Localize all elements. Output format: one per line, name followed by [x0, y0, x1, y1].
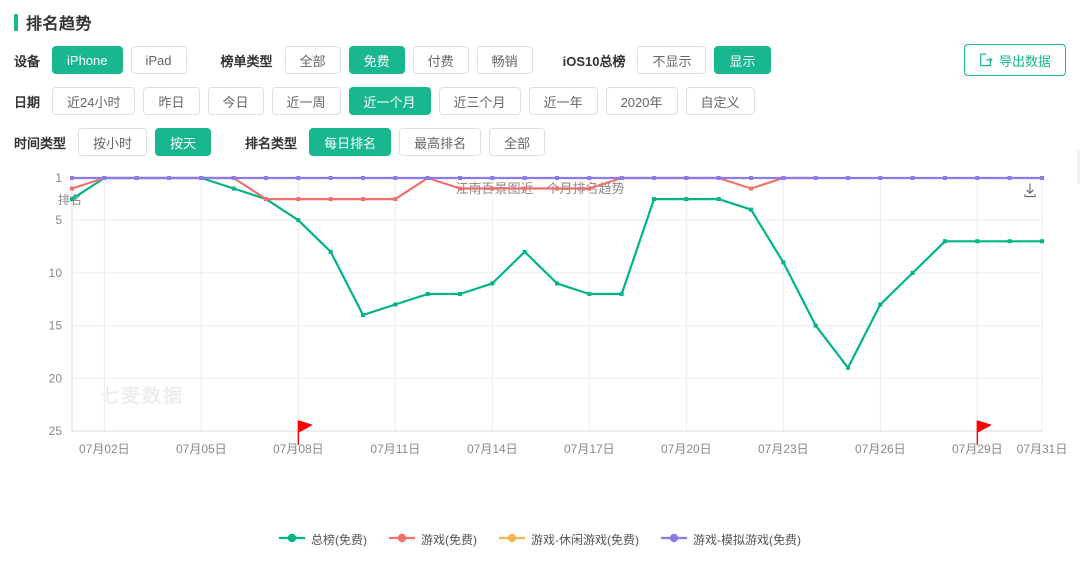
legend-marker-icon: [279, 532, 305, 547]
legend-item-0[interactable]: 总榜(免费): [279, 531, 367, 548]
chip-date-last-month[interactable]: 近一个月: [349, 87, 431, 115]
filter-label-rank-type: 排名类型: [245, 133, 297, 152]
chip-date-last-week[interactable]: 近一周: [272, 87, 341, 115]
svg-text:07月05日: 07月05日: [176, 442, 227, 456]
filter-label-ios10: iOS10总榜: [563, 51, 626, 70]
svg-text:20: 20: [49, 371, 63, 385]
chip-time-daily[interactable]: 按天: [155, 128, 211, 156]
export-button-label: 导出数据: [999, 51, 1051, 70]
legend-item-1[interactable]: 游戏(免费): [389, 531, 477, 548]
chart-plot-area: 151015202507月02日07月05日07月08日07月11日07月14日…: [0, 169, 1080, 499]
chip-date-yesterday[interactable]: 昨日: [143, 87, 199, 115]
svg-text:15: 15: [49, 319, 63, 333]
legend-marker-icon: [499, 532, 525, 547]
svg-text:5: 5: [55, 213, 62, 227]
filter-panel: 设备 iPhone iPad 榜单类型 全部 免费 付费 畅销 iOS10总榜 …: [0, 34, 1080, 156]
filter-row-3: 时间类型 按小时 按天 排名类型 每日排名 最高排名 全部: [14, 128, 1066, 156]
chip-rank-highest[interactable]: 最高排名: [399, 128, 481, 156]
filter-label-device: 设备: [14, 51, 40, 70]
svg-text:10: 10: [49, 266, 63, 280]
title-accent-bar: [14, 14, 18, 31]
legend-item-2[interactable]: 游戏-休闲游戏(免费): [499, 531, 639, 548]
page-header: 排名趋势: [0, 0, 1080, 34]
legend-item-3[interactable]: 游戏-模拟游戏(免费): [661, 531, 801, 548]
svg-text:25: 25: [49, 424, 63, 438]
chip-date-last24h[interactable]: 近24小时: [52, 87, 135, 115]
svg-text:07月11日: 07月11日: [370, 442, 420, 456]
export-icon: [979, 53, 993, 67]
chip-list-paid[interactable]: 付费: [413, 46, 469, 74]
filter-row-2: 日期 近24小时 昨日 今日 近一周 近一个月 近三个月 近一年 2020年 自…: [14, 87, 1066, 115]
chip-date-2020[interactable]: 2020年: [606, 87, 678, 115]
svg-text:1: 1: [55, 171, 62, 185]
page-title: 排名趋势: [26, 10, 92, 34]
chart-legend: 总榜(免费) 游戏(免费) 游戏-休闲游戏(免费) 游戏-模拟游戏(免费): [0, 531, 1080, 548]
chip-device-ipad[interactable]: iPad: [131, 46, 187, 74]
chip-ios10-show[interactable]: 显示: [714, 46, 770, 74]
chip-list-grossing[interactable]: 畅销: [477, 46, 533, 74]
chip-date-custom[interactable]: 自定义: [686, 87, 755, 115]
chip-date-today[interactable]: 今日: [208, 87, 264, 115]
chip-list-all[interactable]: 全部: [285, 46, 341, 74]
svg-text:07月23日: 07月23日: [758, 442, 809, 456]
filter-label-date: 日期: [14, 92, 40, 111]
chip-time-hourly[interactable]: 按小时: [78, 128, 147, 156]
chip-device-iphone[interactable]: iPhone: [52, 46, 122, 74]
chip-ios10-hide[interactable]: 不显示: [637, 46, 706, 74]
svg-text:07月02日: 07月02日: [79, 442, 130, 456]
filter-label-time-type: 时间类型: [14, 133, 66, 152]
svg-text:07月26日: 07月26日: [855, 442, 906, 456]
svg-text:07月20日: 07月20日: [661, 442, 712, 456]
chip-date-last-3months[interactable]: 近三个月: [439, 87, 521, 115]
filter-label-list-type: 榜单类型: [221, 51, 273, 70]
chip-rank-all[interactable]: 全部: [489, 128, 545, 156]
svg-text:07月14日: 07月14日: [467, 442, 518, 456]
export-data-button[interactable]: 导出数据: [964, 44, 1066, 76]
legend-marker-icon: [389, 532, 415, 547]
legend-label: 游戏-模拟游戏(免费): [693, 531, 801, 548]
legend-label: 游戏(免费): [421, 531, 477, 548]
filter-row-1: 设备 iPhone iPad 榜单类型 全部 免费 付费 畅销 iOS10总榜 …: [14, 46, 1066, 74]
chip-date-last-year[interactable]: 近一年: [529, 87, 598, 115]
svg-text:07月17日: 07月17日: [564, 442, 615, 456]
svg-text:07月31日: 07月31日: [1017, 442, 1068, 456]
legend-label: 游戏-休闲游戏(免费): [531, 531, 639, 548]
legend-label: 总榜(免费): [311, 531, 367, 548]
legend-marker-icon: [661, 532, 687, 547]
chip-list-free[interactable]: 免费: [349, 46, 405, 74]
chip-rank-daily[interactable]: 每日排名: [309, 128, 391, 156]
rank-trend-chart: 江南百景图近一个月排名趋势 排名 七麦数据 151015202507月02日07…: [0, 169, 1080, 554]
